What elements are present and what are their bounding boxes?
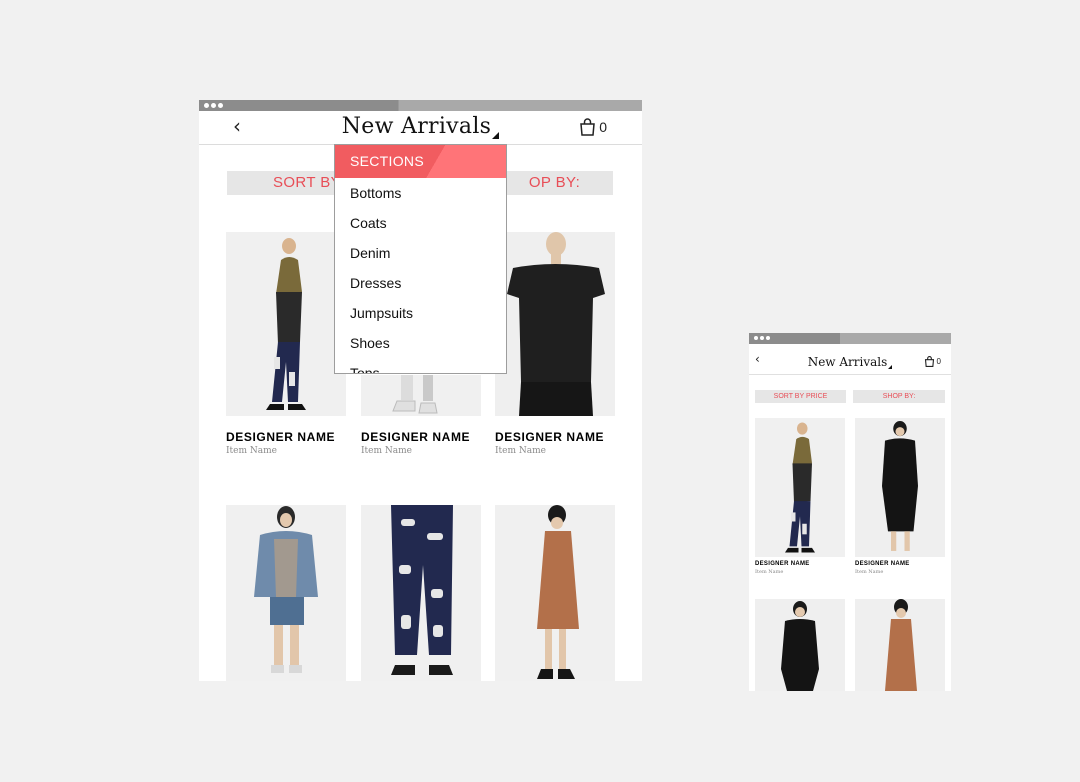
browser-chrome-bar [199, 100, 642, 111]
model-black-top [495, 232, 615, 416]
model-feet [361, 375, 481, 416]
dropdown-item-jumpsuits[interactable]: Jumpsuits [335, 298, 506, 328]
product-photo[interactable] [855, 599, 945, 691]
item-name: Item Name [226, 446, 277, 456]
patterned-pants [361, 505, 481, 681]
shopping-bag-icon [924, 356, 934, 367]
dropdown-caret-icon [888, 365, 893, 369]
cart-count: 0 [936, 357, 941, 366]
dropdown-item-bottoms[interactable]: Bottoms [335, 178, 506, 208]
page-title: New Arrivals [341, 114, 492, 139]
model-black-dress [755, 599, 845, 691]
product-photo[interactable] [855, 418, 945, 557]
shop-by-button[interactable]: SHOP BY: [853, 390, 945, 403]
model-black-dress [855, 418, 945, 557]
product-photo[interactable] [226, 505, 346, 681]
model-silhouette [755, 418, 845, 557]
product-photo[interactable] [495, 505, 615, 681]
browser-chrome-bar [749, 333, 951, 344]
cart-button[interactable]: 0 [924, 356, 941, 367]
product-photo[interactable] [755, 418, 845, 557]
page-title-dropdown[interactable]: New Arrivals [749, 355, 951, 369]
app-header: ‹ New Arrivals 0 [199, 111, 642, 145]
cart-count: 0 [599, 119, 607, 135]
window-dots [204, 103, 223, 108]
product-photo[interactable] [361, 505, 481, 681]
product-photo[interactable] [755, 599, 845, 691]
cart-button[interactable]: 0 [579, 118, 607, 136]
shop-by-button[interactable]: OP BY: [496, 171, 613, 195]
product-photo[interactable] [226, 232, 346, 416]
window-dots [754, 336, 770, 340]
item-name: Item Name [755, 569, 784, 575]
item-name: Item Name [495, 446, 546, 456]
item-name: Item Name [361, 446, 412, 456]
page-title: New Arrivals [807, 355, 888, 369]
dropdown-caret-icon [492, 132, 500, 139]
sections-dropdown: SECTIONS Bottoms Coats Denim Dresses Jum… [334, 144, 507, 374]
sort-by-price-button[interactable]: SORT BY PRICE [755, 390, 846, 403]
app-header: ‹ New Arrivals 0 [749, 344, 951, 375]
dropdown-item-dresses[interactable]: Dresses [335, 268, 506, 298]
designer-name: DESIGNER NAME [226, 430, 336, 444]
designer-name: DESIGNER NAME [495, 430, 605, 444]
dropdown-item-denim[interactable]: Denim [335, 238, 506, 268]
model-suede-coat [855, 599, 945, 691]
designer-name: DESIGNER NAME [361, 430, 471, 444]
designer-name: DESIGNER NAME [855, 561, 910, 567]
model-suede-coat [495, 505, 615, 681]
model-denim-jacket [226, 505, 346, 681]
item-name: Item Name [855, 569, 884, 575]
dropdown-item-shoes[interactable]: Shoes [335, 328, 506, 358]
dropdown-item-coats[interactable]: Coats [335, 208, 506, 238]
tablet-mockup: ‹ New Arrivals 0 SORT BY OP BY: DESIGNER… [199, 100, 642, 681]
product-photo[interactable] [495, 232, 615, 416]
designer-name: DESIGNER NAME [755, 561, 810, 567]
dropdown-item-tops[interactable]: Tops [335, 358, 506, 373]
dropdown-heading: SECTIONS [335, 145, 506, 178]
shopping-bag-icon [580, 118, 596, 136]
page-title-dropdown[interactable]: New Arrivals [199, 114, 642, 139]
model-silhouette [226, 232, 346, 416]
phone-mockup: ‹ New Arrivals 0 SORT BY PRICE SHOP BY: [749, 333, 951, 691]
product-photo[interactable] [361, 375, 481, 416]
